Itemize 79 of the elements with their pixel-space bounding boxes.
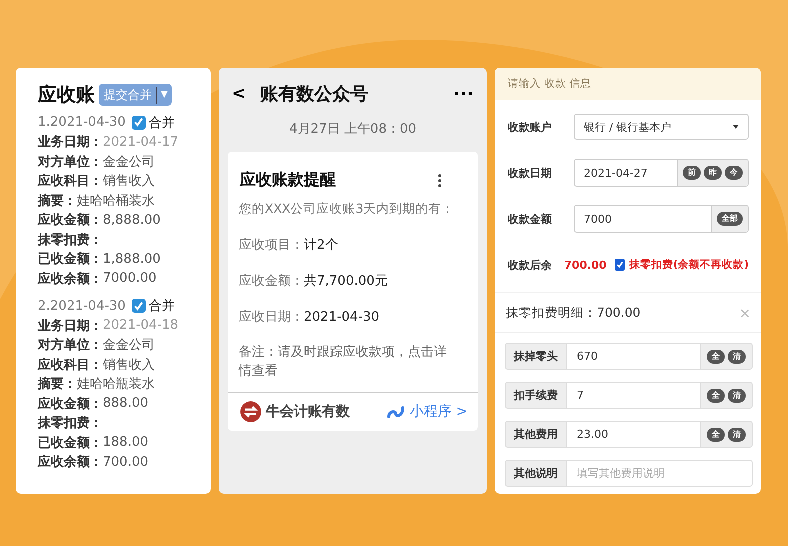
message-card[interactable]: 应收账款提醒 您的XXX公司应收账3天内到期的有： 应收项目：计2个 应收金额：共7,700.00元 应收日期：2021-04-30 备注：请及时跟踪应收款项，点击详情查看 牛会计账有数 小程序 > <box>228 152 478 431</box>
field-value: 700.00 <box>103 454 148 470</box>
entry-header: 1.2021-04-30 <box>38 115 126 130</box>
field-label: 对方单位： <box>38 154 103 171</box>
mini-program-link[interactable]: 小程序 > <box>410 402 468 421</box>
field-label: 已收金额： <box>38 434 103 452</box>
field-label: 业务日期： <box>38 134 103 152</box>
field-value: 7000.00 <box>103 271 157 286</box>
field-label: 抹零扣费： <box>38 415 103 432</box>
arrows-circle-logo-icon <box>240 400 262 423</box>
more-menu[interactable]: ··· <box>453 84 474 104</box>
quick-fill-button[interactable]: 全 <box>707 428 725 442</box>
field-label: 对方单位： <box>38 336 103 354</box>
field-value: 娃哈哈瓶装水 <box>77 376 155 394</box>
message-title: 应收账款提醒 <box>240 170 336 191</box>
remaining-amount: 700.00 <box>564 258 607 272</box>
field-value: 2021-04-17 <box>103 134 179 150</box>
quick-fill-button[interactable]: 清 <box>728 350 746 364</box>
chat-title: 账有数公众号 <box>260 83 370 106</box>
field-value: 娃哈哈桶装水 <box>77 192 155 210</box>
input-field[interactable]: 7 <box>567 382 701 409</box>
message-time: 4月27日 上午08：00 <box>288 121 418 138</box>
message-value: 计2个 <box>304 238 338 253</box>
field-label: 抹零扣费： <box>38 232 103 249</box>
input-label: 抹掉零头 <box>505 343 567 370</box>
round-off-checkbox[interactable] <box>614 259 626 271</box>
message-value: 2021-04-30 <box>304 310 380 325</box>
field-value: 188.00 <box>103 435 148 450</box>
field-label: 应收科目： <box>38 356 103 374</box>
form-label: 收款账户 <box>508 120 553 134</box>
detail-title: 抹零扣费明细：700.00 <box>506 305 641 322</box>
merge-checkbox[interactable] <box>132 299 146 314</box>
message-label: 应收项目： <box>239 238 304 253</box>
field-value: 8,888.00 <box>103 212 161 228</box>
field-label: 摘要： <box>38 376 77 394</box>
merge-checkbox[interactable] <box>132 116 146 130</box>
entry-header: 2.2021-04-30 <box>38 298 126 314</box>
round-off-label: 抹零扣费(余额不再收款) <box>629 258 749 272</box>
field-label: 应收科目： <box>38 172 103 190</box>
field-label: 摘要： <box>38 192 77 210</box>
form-hint: 请输入 收款 信息 <box>495 68 761 100</box>
field-value: 888.00 <box>103 396 148 412</box>
quick-fill-button[interactable]: 全 <box>707 388 725 402</box>
field-label: 应收金额： <box>38 396 103 413</box>
field-value: 销售收入 <box>103 173 155 190</box>
field-value: 金金公司 <box>103 337 155 354</box>
field-label: 应收余额： <box>38 270 103 288</box>
input-field[interactable]: 670 <box>567 343 701 370</box>
input-label: 其他费用 <box>505 421 567 448</box>
quick-fill-button[interactable]: 清 <box>728 388 746 402</box>
back-button[interactable]: < <box>232 84 246 104</box>
account-select[interactable]: 银行 / 银行基本户 <box>574 114 749 140</box>
merge-label: 合并 <box>148 114 175 132</box>
field-label: 应收余额： <box>38 454 103 472</box>
message-label: 应收金额： <box>239 274 304 289</box>
input-field[interactable]: 23.00 <box>567 421 701 448</box>
field-value: 2021-04-18 <box>103 318 179 334</box>
quick-fill-button[interactable]: 全 <box>707 350 725 364</box>
ledger-title: 应收账 <box>38 83 95 108</box>
field-label: 业务日期： <box>38 318 103 335</box>
field-label: 已收金额： <box>38 250 103 268</box>
form-label: 收款后余 <box>508 258 553 272</box>
quick-fill-button[interactable]: 清 <box>728 428 746 442</box>
input-field[interactable]: 填写其他费用说明 <box>567 460 753 487</box>
message-note: 备注：请及时跟踪应收款项，点击详情查看 <box>238 344 448 381</box>
field-value: 1,888.00 <box>103 252 161 267</box>
brand-name: 牛会计账有数 <box>266 402 351 421</box>
more-icon[interactable] <box>438 174 442 188</box>
field-value: 销售收入 <box>103 356 155 374</box>
field-label: 应收金额： <box>38 212 103 230</box>
form-label: 收款日期 <box>508 166 553 180</box>
input-label: 扣手续费 <box>505 382 567 409</box>
merge-label: 合并 <box>148 298 175 316</box>
field-value: 金金公司 <box>103 154 155 171</box>
message-intro: 您的XXX公司应收账3天内到期的有： <box>238 200 456 218</box>
message-value: 共7,700.00元 <box>304 274 388 289</box>
message-label: 应收日期： <box>239 310 304 325</box>
form-label: 收款金额 <box>508 212 553 226</box>
input-label: 其他说明 <box>505 460 567 487</box>
